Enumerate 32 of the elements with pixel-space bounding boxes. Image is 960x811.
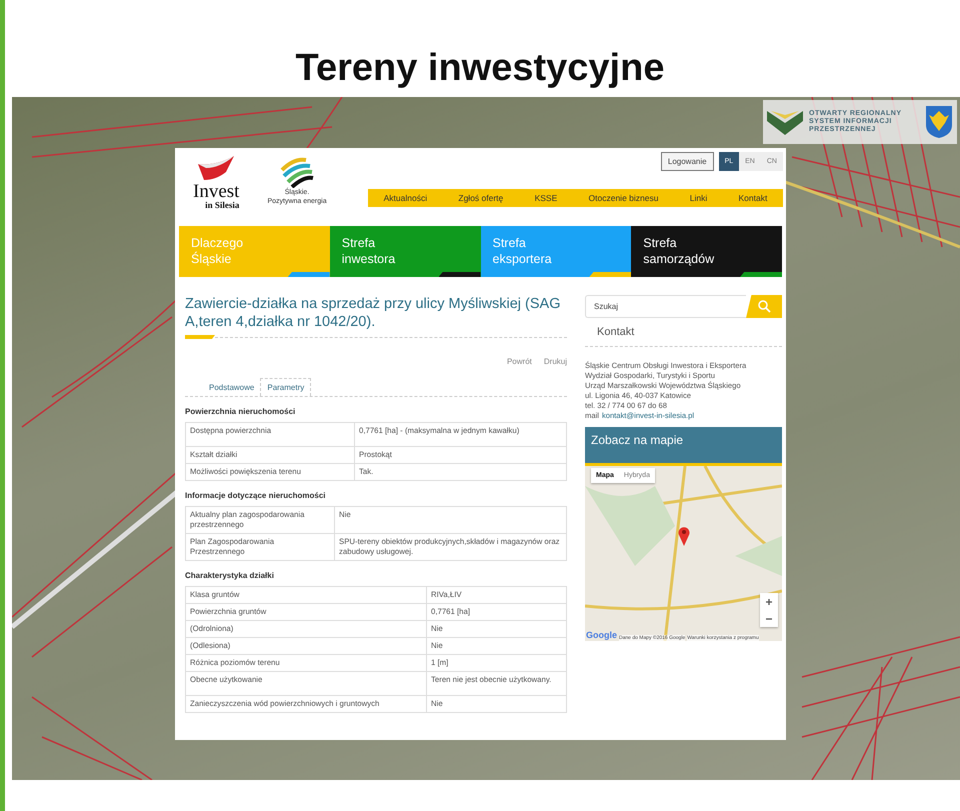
search-field[interactable]: Szukaj <box>585 295 746 318</box>
nav-link[interactable]: Otoczenie biznesu <box>588 193 658 203</box>
logo-text: Invest <box>193 182 240 201</box>
nav-link[interactable]: KSSE <box>534 193 558 203</box>
map-pin-icon <box>678 526 690 546</box>
map-heading: Zobacz na mapie <box>585 427 782 466</box>
section-heading: Powierzchnia nieruchomości <box>185 407 296 416</box>
contact-heading: Kontakt <box>597 326 636 338</box>
nav-link[interactable]: Kontakt <box>738 193 768 203</box>
search-icon <box>758 300 770 313</box>
google-logo: Google <box>586 629 617 641</box>
coat-of-arms-icon <box>925 105 953 139</box>
tab[interactable]: Parametry <box>260 378 312 396</box>
nav-link[interactable]: Linki <box>690 193 708 203</box>
zone-tile[interactable]: Strefa samorządów <box>631 226 782 277</box>
slide-title: Tereny inwestycyjne <box>294 46 666 91</box>
tab[interactable]: Podstawowe <box>203 378 260 396</box>
page-heading: Zawiercie-działka na sprzedaż przy ulicy Myśliwskiej (SAG A,teren 4,działka nr 1042/20). <box>185 295 562 331</box>
wave-logo-icon <box>280 156 314 188</box>
login-button[interactable]: Logowanie <box>660 152 714 171</box>
search-button[interactable] <box>746 295 782 318</box>
nav-link[interactable]: Aktualności <box>384 193 428 203</box>
section-heading: Informacje dotyczące nieruchomości <box>185 491 326 500</box>
zoom-button[interactable]: − <box>760 610 778 627</box>
action-link[interactable]: Powrót <box>506 357 532 366</box>
action-link[interactable]: Drukuj <box>544 357 567 366</box>
logo-text: in Silesia <box>205 201 240 210</box>
nav-link[interactable]: Zgłoś ofertę <box>458 193 504 203</box>
zone-tile[interactable]: Strefa inwestora <box>330 226 480 277</box>
section-heading: Charakterystyka działki <box>185 571 275 580</box>
flag-logo-icon <box>196 156 236 182</box>
zoom-button[interactable]: + <box>760 593 778 610</box>
